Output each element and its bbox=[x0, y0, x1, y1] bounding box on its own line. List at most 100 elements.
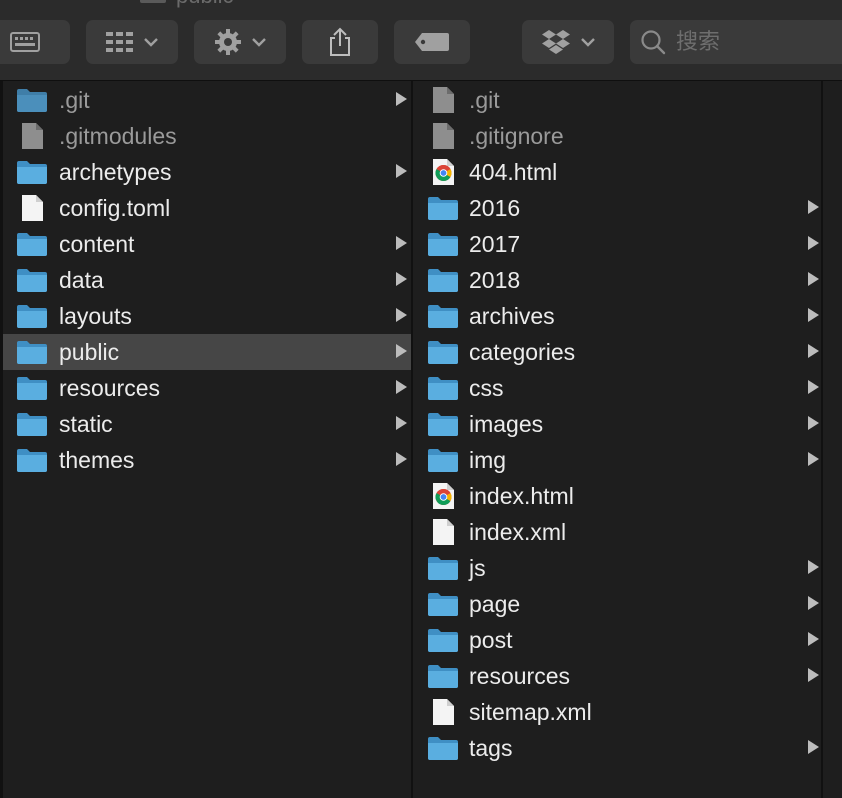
folder-row[interactable]: .git bbox=[3, 82, 411, 118]
disclosure-arrow-icon bbox=[808, 416, 819, 430]
folder-row[interactable]: resources bbox=[413, 658, 821, 694]
folder-icon bbox=[427, 411, 459, 437]
folder-row[interactable]: public bbox=[3, 334, 411, 370]
folder-row[interactable]: content bbox=[3, 226, 411, 262]
folder-icon bbox=[427, 627, 459, 653]
action-menu-button[interactable] bbox=[194, 20, 286, 64]
file-row[interactable]: index.html bbox=[413, 478, 821, 514]
item-name: layouts bbox=[59, 302, 132, 329]
file-row[interactable]: config.toml bbox=[3, 190, 411, 226]
item-name: post bbox=[469, 626, 513, 653]
disclosure-arrow-icon bbox=[396, 272, 407, 286]
group-by-button[interactable] bbox=[86, 20, 178, 64]
folder-icon bbox=[16, 411, 48, 437]
folder-row[interactable]: layouts bbox=[3, 298, 411, 334]
folder-row[interactable]: static bbox=[3, 406, 411, 442]
item-name: content bbox=[59, 230, 135, 257]
column-3 bbox=[821, 81, 842, 798]
item-name: config.toml bbox=[59, 194, 171, 221]
folder-icon bbox=[16, 159, 48, 185]
folder-icon bbox=[16, 303, 48, 329]
item-name: tags bbox=[469, 734, 513, 761]
folder-icon bbox=[16, 231, 48, 257]
chrome-document-icon bbox=[427, 159, 459, 185]
folder-icon bbox=[16, 87, 48, 113]
folder-row[interactable]: img bbox=[413, 442, 821, 478]
item-name: archetypes bbox=[59, 158, 172, 185]
folder-icon bbox=[427, 303, 459, 329]
document-icon bbox=[16, 195, 48, 221]
folder-icon bbox=[427, 267, 459, 293]
file-row[interactable]: .gitignore bbox=[413, 118, 821, 154]
item-name: .gitignore bbox=[469, 122, 564, 149]
disclosure-arrow-icon bbox=[808, 380, 819, 394]
folder-row[interactable]: data bbox=[3, 262, 411, 298]
item-name: resources bbox=[469, 662, 570, 689]
disclosure-arrow-icon bbox=[396, 380, 407, 394]
disclosure-arrow-icon bbox=[808, 632, 819, 646]
file-row[interactable]: .gitmodules bbox=[3, 118, 411, 154]
disclosure-arrow-icon bbox=[396, 344, 407, 358]
folder-icon bbox=[427, 555, 459, 581]
disclosure-arrow-icon bbox=[808, 668, 819, 682]
folder-row[interactable]: themes bbox=[3, 442, 411, 478]
disclosure-arrow-icon bbox=[808, 344, 819, 358]
disclosure-arrow-icon bbox=[808, 740, 819, 754]
disclosure-arrow-icon bbox=[396, 416, 407, 430]
disclosure-arrow-icon bbox=[808, 200, 819, 214]
item-name: img bbox=[469, 446, 507, 473]
folder-row[interactable]: 2018 bbox=[413, 262, 821, 298]
search-icon bbox=[641, 30, 666, 55]
item-name: .git bbox=[59, 86, 90, 113]
folder-row[interactable]: tags bbox=[413, 730, 821, 766]
search-input[interactable] bbox=[674, 28, 828, 56]
share-button[interactable] bbox=[302, 20, 378, 64]
item-name: sitemap.xml bbox=[469, 698, 592, 725]
folder-row[interactable]: archives bbox=[413, 298, 821, 334]
folder-row[interactable]: post bbox=[413, 622, 821, 658]
item-name: 2018 bbox=[469, 266, 521, 293]
document-icon bbox=[427, 699, 459, 725]
item-name: images bbox=[469, 410, 544, 437]
disclosure-arrow-icon bbox=[808, 272, 819, 286]
item-name: index.xml bbox=[469, 518, 567, 545]
document-icon bbox=[427, 519, 459, 545]
folder-row[interactable]: js bbox=[413, 550, 821, 586]
file-row[interactable]: .git bbox=[413, 82, 821, 118]
folder-row[interactable]: resources bbox=[3, 370, 411, 406]
item-name: themes bbox=[59, 446, 135, 473]
folder-row[interactable]: categories bbox=[413, 334, 821, 370]
folder-row[interactable]: 2017 bbox=[413, 226, 821, 262]
share-icon bbox=[330, 27, 350, 56]
folder-icon bbox=[427, 375, 459, 401]
folder-row[interactable]: 2016 bbox=[413, 190, 821, 226]
folder-row[interactable]: page bbox=[413, 586, 821, 622]
folder-icon bbox=[427, 231, 459, 257]
item-name: categories bbox=[469, 338, 576, 365]
item-name: data bbox=[59, 266, 104, 293]
folder-row[interactable]: images bbox=[413, 406, 821, 442]
folder-row[interactable]: css bbox=[413, 370, 821, 406]
file-row[interactable]: index.xml bbox=[413, 514, 821, 550]
item-name: 2017 bbox=[469, 230, 521, 257]
column-view-icon bbox=[10, 32, 40, 52]
search-field[interactable] bbox=[630, 20, 842, 64]
item-name: .gitmodules bbox=[59, 122, 177, 149]
disclosure-arrow-icon bbox=[808, 596, 819, 610]
tag-icon bbox=[415, 33, 449, 51]
tags-button[interactable] bbox=[394, 20, 470, 64]
grid-icon bbox=[106, 32, 133, 52]
dropbox-icon bbox=[542, 30, 570, 54]
item-name: 404.html bbox=[469, 158, 558, 185]
document-icon bbox=[427, 87, 459, 113]
window-title: public bbox=[140, 0, 233, 8]
disclosure-arrow-icon bbox=[808, 236, 819, 250]
document-icon bbox=[427, 123, 459, 149]
file-row[interactable]: 404.html bbox=[413, 154, 821, 190]
file-row[interactable]: sitemap.xml bbox=[413, 694, 821, 730]
dropbox-button[interactable] bbox=[522, 20, 614, 64]
view-mode-buttons[interactable] bbox=[0, 20, 70, 64]
folder-icon bbox=[427, 663, 459, 689]
document-icon bbox=[16, 123, 48, 149]
folder-row[interactable]: archetypes bbox=[3, 154, 411, 190]
